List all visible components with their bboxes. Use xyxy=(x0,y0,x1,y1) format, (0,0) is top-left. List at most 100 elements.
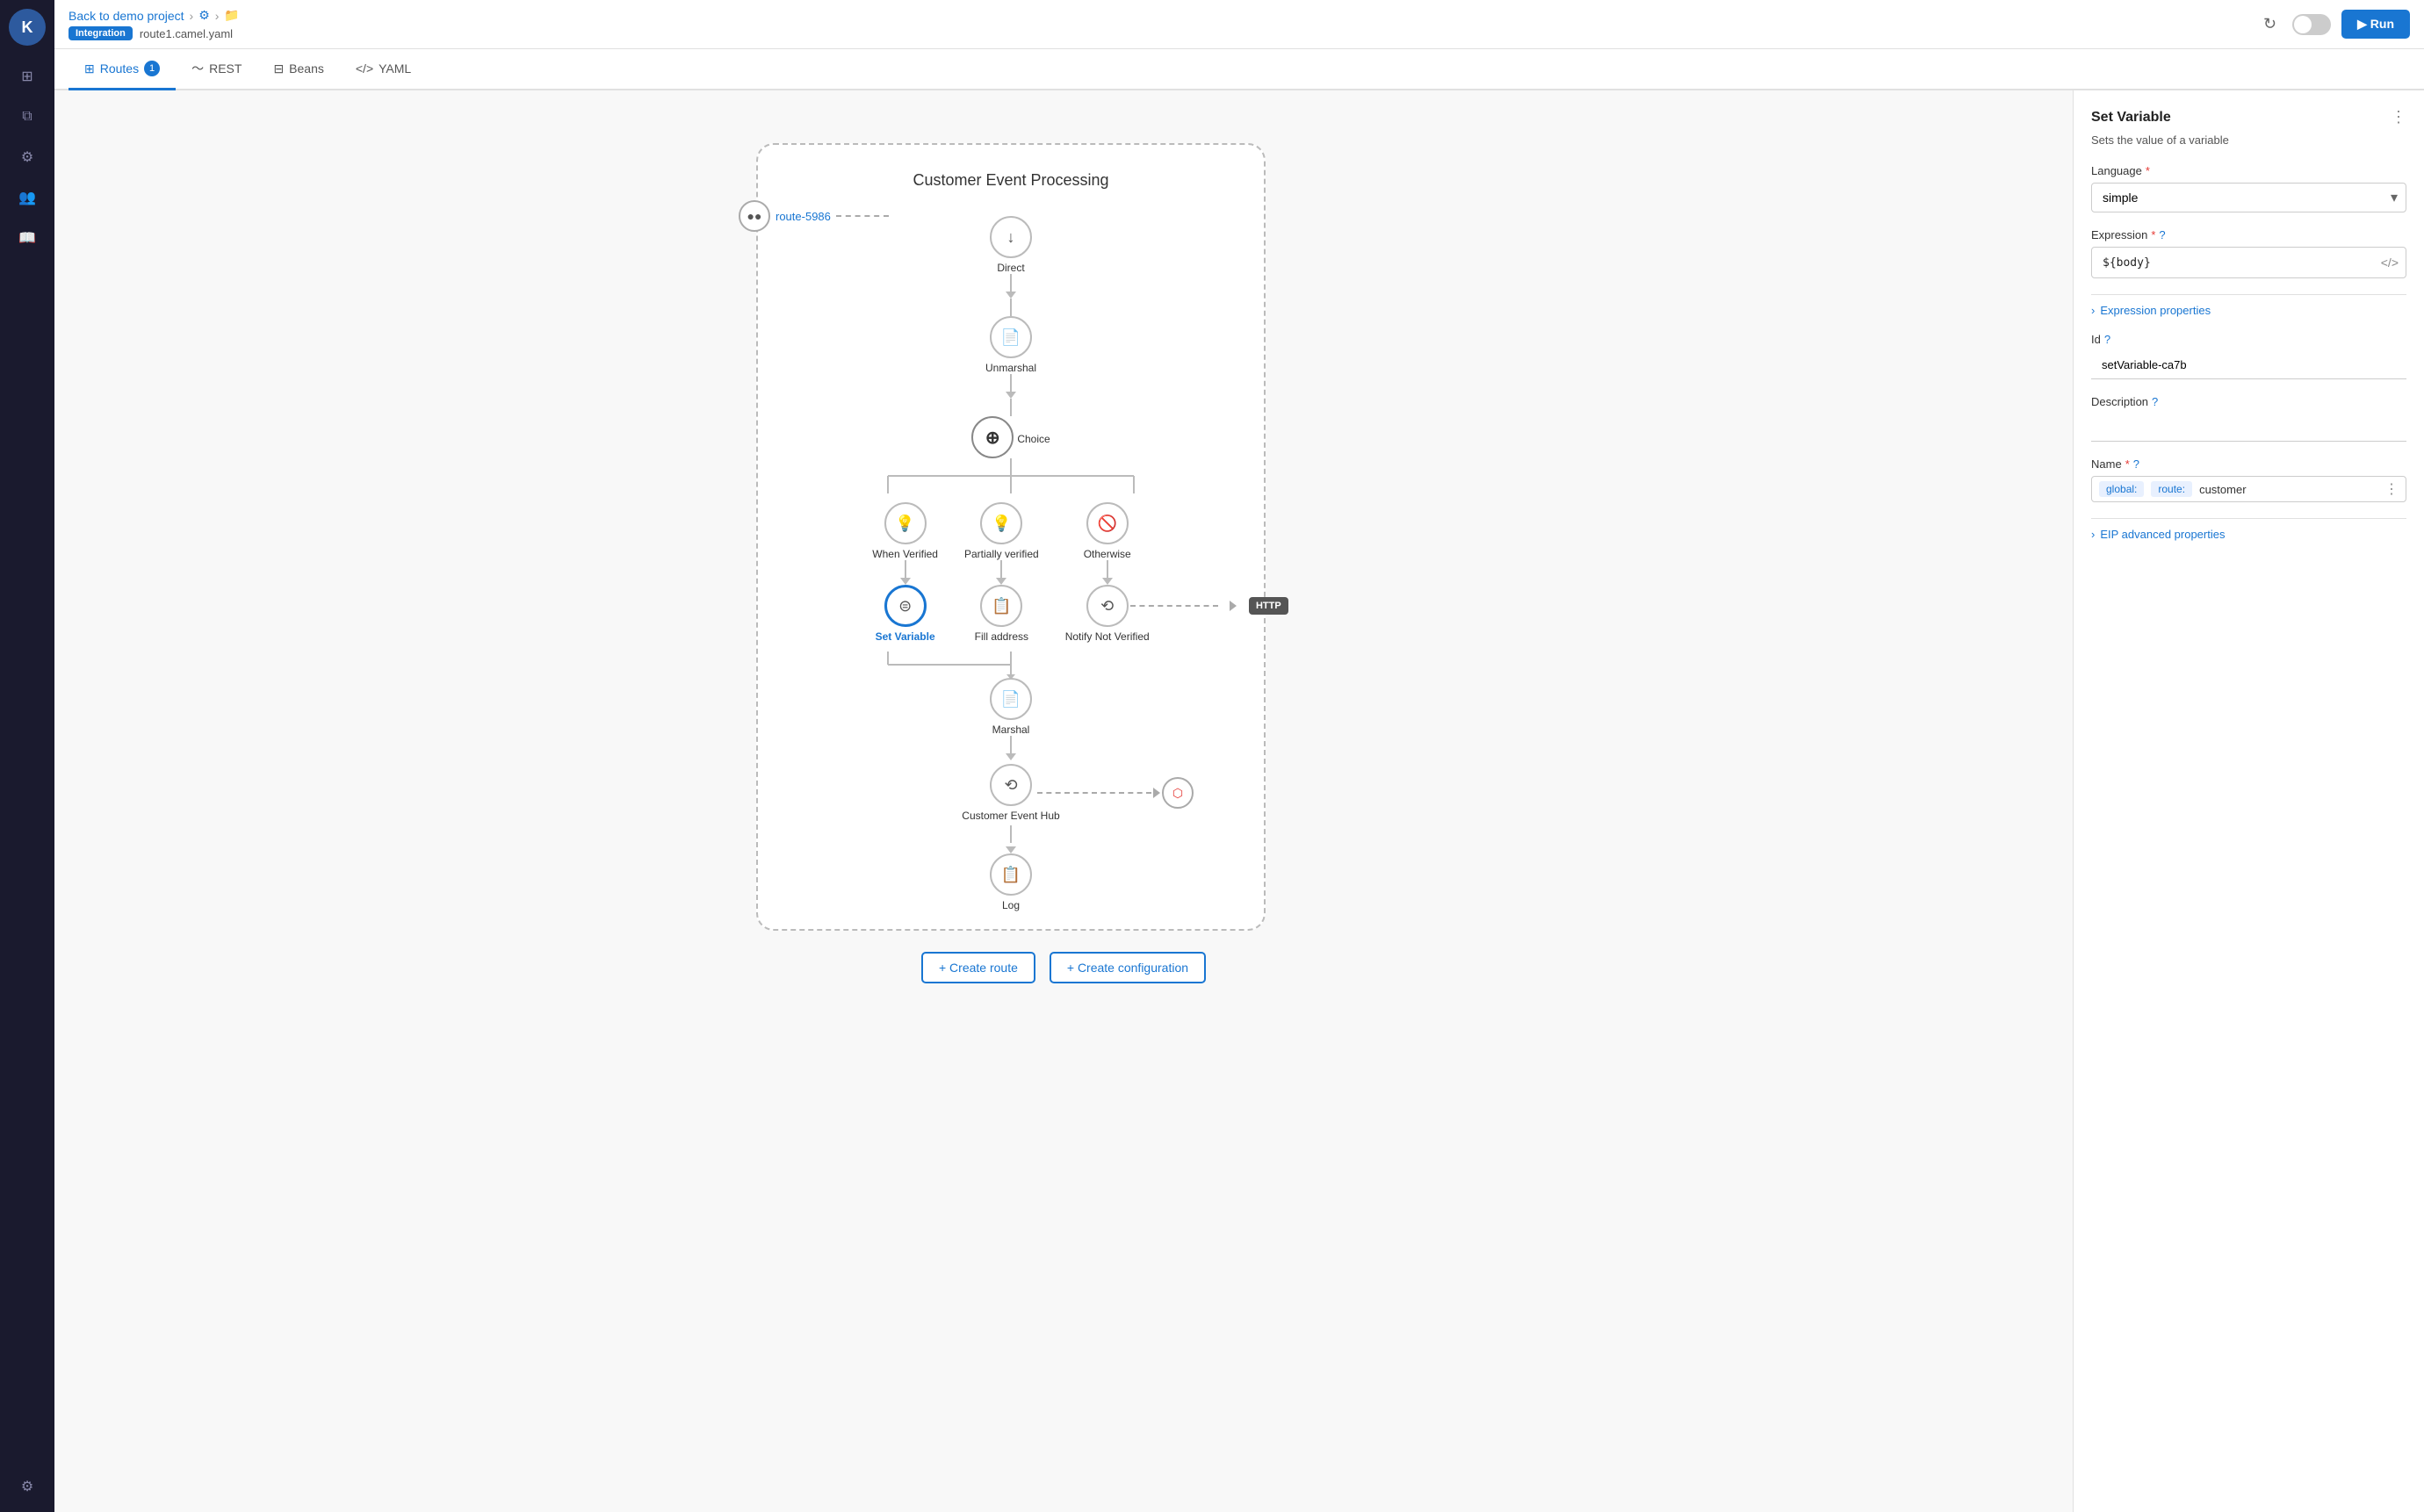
otherwise-branch: 🚫 Otherwise ⟲ HTTP xyxy=(1065,502,1150,643)
log-node[interactable]: 📋 Log xyxy=(776,853,1246,911)
description-info-icon[interactable]: ? xyxy=(2152,395,2158,408)
create-config-button[interactable]: + Create configuration xyxy=(1050,952,1206,983)
main-content: Back to demo project › ⚙ › 📁 Integration… xyxy=(54,0,2424,1512)
panel-menu-icon[interactable]: ⋮ xyxy=(2391,108,2406,126)
tab-beans[interactable]: ⊟ Beans xyxy=(257,49,339,90)
choice-label: Choice xyxy=(1017,433,1050,445)
sidebar-icon-gear[interactable]: ⚙ xyxy=(11,140,44,174)
language-field-group: Language * simple groovy javascript json… xyxy=(2091,164,2406,212)
name-info-icon[interactable]: ? xyxy=(2133,457,2139,471)
header-left: Back to demo project › ⚙ › 📁 Integration… xyxy=(69,8,240,40)
kafka-circle[interactable]: ⬡ xyxy=(1162,777,1194,809)
otherwise-arrow xyxy=(1102,578,1113,585)
hub-label: Customer Event Hub xyxy=(962,810,1059,822)
sidebar-icon-grid[interactable]: ⊞ xyxy=(11,60,44,93)
expression-label: Expression * ? xyxy=(2091,228,2406,241)
marshal-node[interactable]: 📄 Marshal xyxy=(776,678,1246,760)
expression-value: ${body} xyxy=(2103,256,2151,270)
panel-header: Set Variable ⋮ xyxy=(2091,108,2406,126)
name-menu-icon[interactable]: ⋮ xyxy=(2384,480,2399,498)
tab-rest-icon: 〜 xyxy=(191,60,204,77)
filename: route1.camel.yaml xyxy=(140,27,233,40)
divider-1 xyxy=(2091,294,2406,295)
breadcrumb-icon1[interactable]: ⚙ xyxy=(198,8,210,23)
expand-chevron-2: › xyxy=(2091,528,2095,541)
name-value[interactable]: customer xyxy=(2199,483,2377,496)
toggle-switch[interactable] xyxy=(2292,14,2331,35)
expression-info-icon[interactable]: ? xyxy=(2159,228,2165,241)
panel-title: Set Variable xyxy=(2091,110,2171,126)
unmarshal-node[interactable]: 📄 Unmarshal xyxy=(776,299,1246,399)
tabs: ⊞ Routes 1 〜 REST ⊟ Beans </> YAML xyxy=(54,49,2424,90)
run-button[interactable]: ▶ Run xyxy=(2341,10,2410,39)
otherwise-circle[interactable]: 🚫 xyxy=(1086,502,1129,544)
create-route-button[interactable]: + Create route xyxy=(921,952,1035,983)
when-verified-circle[interactable]: 💡 xyxy=(884,502,927,544)
branch-svg xyxy=(835,458,1187,493)
notify-row: ⟲ HTTP xyxy=(1086,585,1129,627)
pre-choice-line xyxy=(1010,399,1012,416)
route-container: Customer Event Processing ↓ Direct 📄 Unm… xyxy=(756,143,1266,931)
back-link[interactable]: Back to demo project xyxy=(69,9,184,23)
code-editor-icon[interactable]: </> xyxy=(2381,256,2399,270)
branches: 💡 When Verified ⊜ Set Variable 💡 Partial… xyxy=(776,502,1246,643)
hub-circle: ⟲ xyxy=(990,764,1032,806)
notify-dashed-line xyxy=(1130,605,1218,607)
header-subtitle: Integration route1.camel.yaml xyxy=(69,26,240,40)
partially-verified-circle[interactable]: 💡 xyxy=(980,502,1022,544)
hub-log-line xyxy=(1010,825,1012,843)
tab-rest[interactable]: 〜 REST xyxy=(176,49,257,90)
name-field-group: Name * ? global: route: customer ⋮ xyxy=(2091,457,2406,502)
partially-verified-label: Partially verified xyxy=(964,548,1039,560)
eip-advanced-expand[interactable]: › EIP advanced properties xyxy=(2091,528,2406,541)
canvas-area[interactable]: ●● route-5986 Customer Event Processing … xyxy=(54,90,2073,1512)
partially-verified-arrow xyxy=(996,578,1006,585)
marshal-arrow xyxy=(1006,753,1016,760)
name-chip-global[interactable]: global: xyxy=(2099,481,2144,497)
integration-badge: Integration xyxy=(69,26,133,40)
set-variable-label: Set Variable xyxy=(876,630,935,643)
sidebar-icon-copy[interactable]: ⧉ xyxy=(11,100,44,133)
header: Back to demo project › ⚙ › 📁 Integration… xyxy=(54,0,2424,49)
name-chip-route[interactable]: route: xyxy=(2151,481,2192,497)
fill-address-circle[interactable]: 📋 xyxy=(980,585,1022,627)
expression-editor[interactable]: ${body} </> xyxy=(2091,247,2406,278)
sidebar: K ⊞ ⧉ ⚙ 👥 📖 ⚙ xyxy=(0,0,54,1512)
otherwise-line xyxy=(1107,560,1108,578)
sidebar-icon-settings[interactable]: ⚙ xyxy=(11,1470,44,1503)
sidebar-icon-users[interactable]: 👥 xyxy=(11,181,44,214)
expression-field-group: Expression * ? ${body} </> xyxy=(2091,228,2406,278)
description-input[interactable] xyxy=(2091,414,2406,442)
id-input[interactable] xyxy=(2091,351,2406,379)
unmarshal-circle: 📄 xyxy=(990,316,1032,358)
log-label: Log xyxy=(1002,899,1020,911)
id-info-icon[interactable]: ? xyxy=(2104,333,2110,346)
when-verified-line xyxy=(905,560,906,578)
entry-circle[interactable]: ●● xyxy=(739,200,770,232)
tab-yaml[interactable]: </> YAML xyxy=(340,49,427,90)
when-verified-branch: 💡 When Verified ⊜ Set Variable xyxy=(872,502,938,643)
fill-address-label: Fill address xyxy=(975,630,1028,643)
sidebar-icon-book[interactable]: 📖 xyxy=(11,221,44,255)
notify-connector: HTTP xyxy=(1130,597,1288,615)
set-variable-circle[interactable]: ⊜ xyxy=(884,585,927,627)
language-select[interactable]: simple groovy javascript jsonpath xpath xyxy=(2091,183,2406,212)
app-logo[interactable]: K xyxy=(9,9,46,46)
otherwise-label: Otherwise xyxy=(1084,548,1131,560)
expression-properties-expand[interactable]: › Expression properties xyxy=(2091,304,2406,317)
name-required: * xyxy=(2125,457,2130,471)
notify-circle[interactable]: ⟲ xyxy=(1086,585,1129,627)
tab-routes-badge: 1 xyxy=(144,61,160,76)
unmarshal-arrow xyxy=(1006,392,1016,399)
kafka-dashed-line xyxy=(1037,792,1151,794)
tab-routes[interactable]: ⊞ Routes 1 xyxy=(69,49,176,90)
choice-node[interactable]: ⊕ Choice xyxy=(776,399,1246,458)
tab-beans-label: Beans xyxy=(289,61,324,76)
breadcrumb-icon2[interactable]: 📁 xyxy=(224,8,239,23)
unmarshal-line xyxy=(1010,374,1012,392)
refresh-button[interactable]: ↻ xyxy=(2258,10,2282,39)
partially-verified-branch: 💡 Partially verified 📋 Fill address xyxy=(964,502,1039,643)
merge-svg xyxy=(835,652,1187,678)
notify-arrow-right xyxy=(1230,601,1237,611)
http-badge: HTTP xyxy=(1249,597,1288,615)
